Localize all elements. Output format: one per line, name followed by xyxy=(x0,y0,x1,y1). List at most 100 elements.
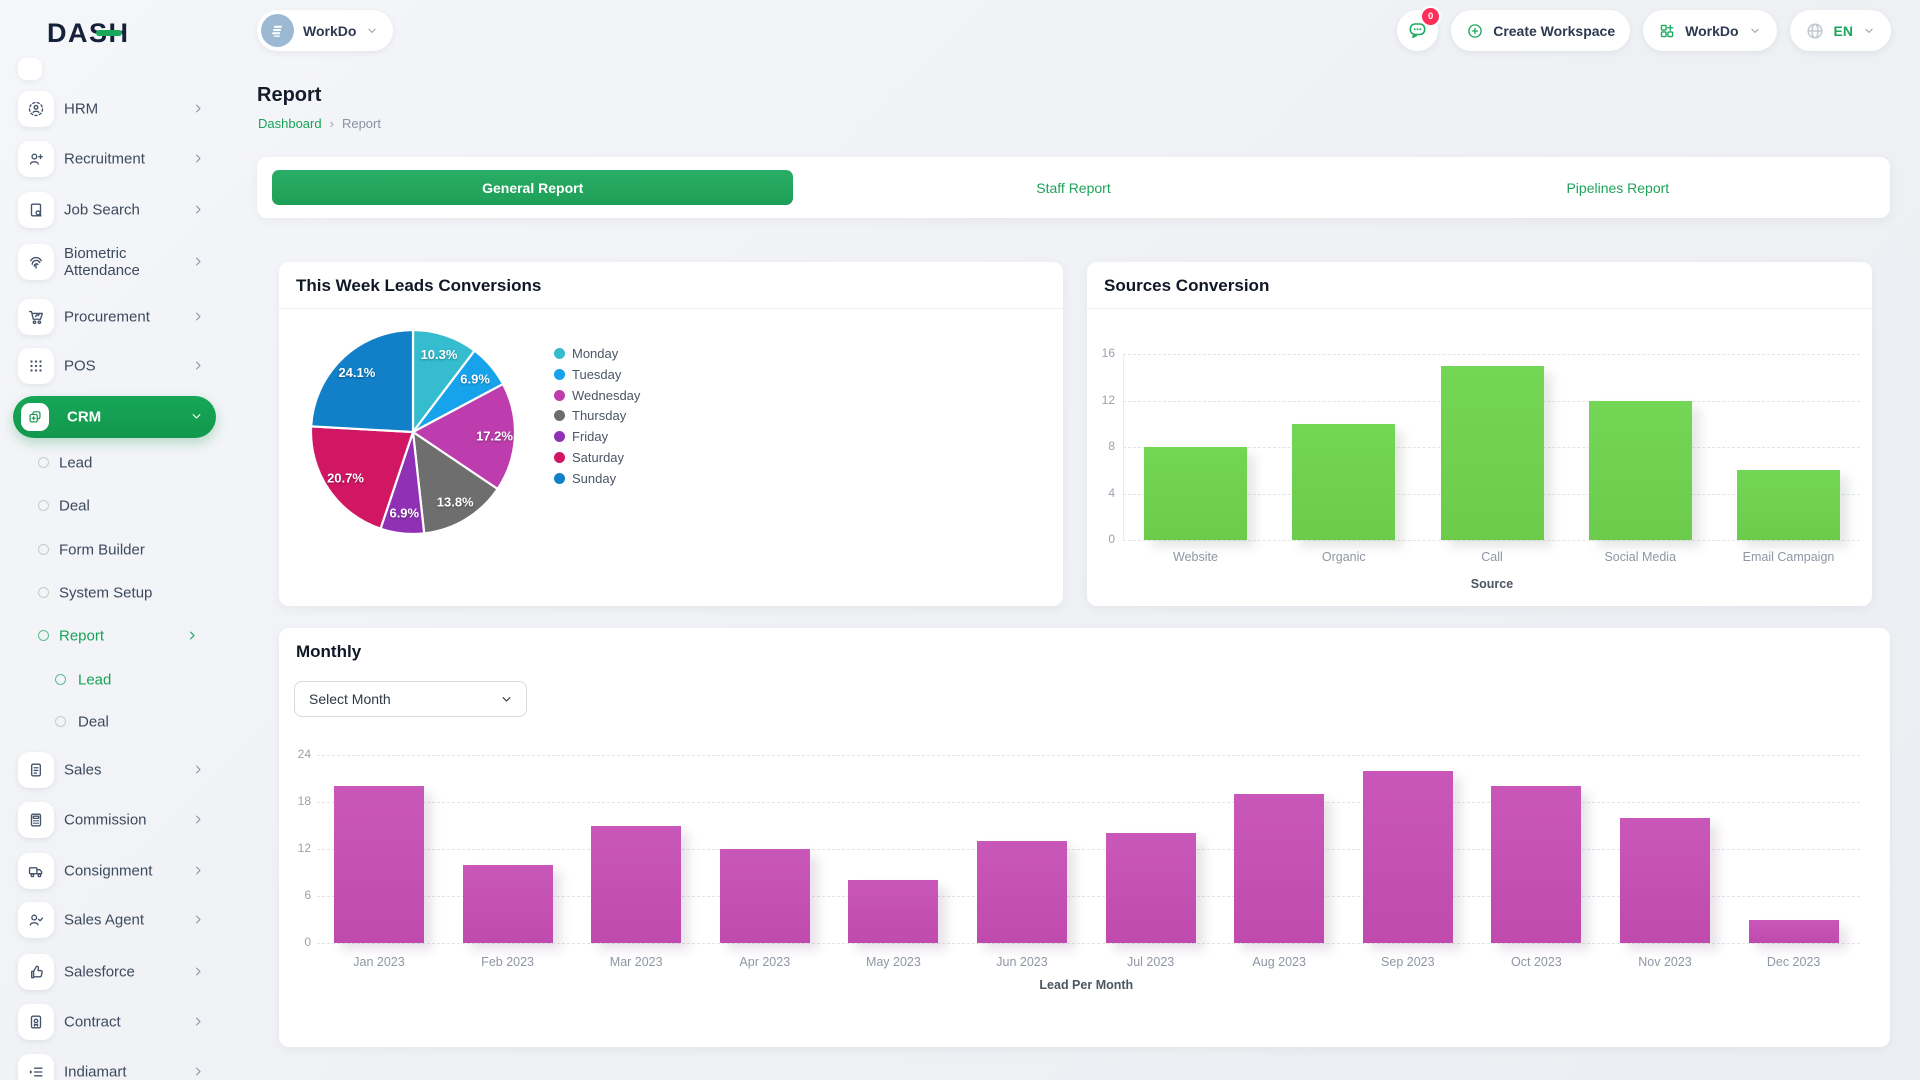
header-actions: 0 Create Workspace WorkDo EN xyxy=(1397,10,1891,51)
sidebar-item-pos[interactable]: POS xyxy=(0,342,220,390)
sidebar-item-sales-agent[interactable]: Sales Agent xyxy=(0,896,220,944)
cards-icon xyxy=(21,403,49,431)
workspace-menu-button[interactable]: WorkDo xyxy=(1643,10,1776,51)
legend-dot xyxy=(554,410,565,421)
create-workspace-button[interactable]: Create Workspace xyxy=(1451,10,1630,51)
sidebar-item-biometric-attendance[interactable]: Biometric Attendance xyxy=(0,234,220,290)
bar-call[interactable] xyxy=(1441,366,1544,540)
messages-badge: 0 xyxy=(1420,6,1441,27)
fingerprint-icon xyxy=(18,244,54,280)
legend-label: Saturday xyxy=(572,450,624,465)
sidebar-item-deal[interactable]: Deal xyxy=(0,486,220,526)
sidebar-item-label: Indiamart xyxy=(64,1063,184,1080)
sidebar-item-indiamart[interactable]: Indiamart xyxy=(0,1048,220,1080)
sidebar-item-label: Lead xyxy=(78,672,111,689)
legend-label: Wednesday xyxy=(572,388,640,403)
legend-dot xyxy=(554,473,565,484)
sidebar-item-recruitment[interactable]: Recruitment xyxy=(0,135,220,183)
legend-item-wednesday[interactable]: Wednesday xyxy=(554,388,640,403)
bar-jul-2023[interactable] xyxy=(1106,833,1196,943)
x-tick-label: Nov 2023 xyxy=(1638,955,1692,969)
bar-feb-2023[interactable] xyxy=(463,865,553,943)
sidebar-item-label: Commission xyxy=(64,811,184,828)
chevron-down-icon xyxy=(499,692,514,707)
sidebar-item-consignment[interactable]: Consignment xyxy=(0,847,220,895)
chevron-right-icon xyxy=(191,1014,206,1029)
sidebar-item-crm[interactable]: CRM xyxy=(13,396,216,438)
sidebar-item-contract[interactable]: Contract xyxy=(0,998,220,1046)
legend-item-saturday[interactable]: Saturday xyxy=(554,450,624,465)
dash-logo[interactable]: DASH xyxy=(47,18,130,49)
file-badge-icon xyxy=(18,1004,54,1040)
bar-jan-2023[interactable] xyxy=(334,786,424,943)
bullet-circle-icon xyxy=(38,500,49,511)
pie-slice-sunday[interactable] xyxy=(311,330,413,432)
sidebar-item-commission[interactable]: Commission xyxy=(0,796,220,844)
person-plus-icon xyxy=(18,141,54,177)
bar-social-media[interactable] xyxy=(1589,401,1692,541)
sidebar-item-label: HRM xyxy=(64,100,184,117)
sidebar-item-procurement[interactable]: Procurement xyxy=(0,293,220,341)
bar-apr-2023[interactable] xyxy=(720,849,810,943)
sidebar-item-lead[interactable]: Lead xyxy=(0,443,220,483)
gridline xyxy=(317,802,1860,803)
sidebar-report-item-deal[interactable]: Deal xyxy=(0,702,220,742)
tab-general-report[interactable]: General Report xyxy=(257,157,801,218)
chevron-right-icon xyxy=(191,863,206,878)
sidebar-report-item-lead[interactable]: Lead xyxy=(0,660,220,700)
legend-item-monday[interactable]: Monday xyxy=(554,346,618,361)
bar-may-2023[interactable] xyxy=(848,880,938,943)
tab-active-pill[interactable]: General Report xyxy=(272,170,793,205)
bar-website[interactable] xyxy=(1144,447,1247,540)
legend-dot xyxy=(554,431,565,442)
calculator-icon xyxy=(18,802,54,838)
legend-item-friday[interactable]: Friday xyxy=(554,429,608,444)
tab-staff-report[interactable]: Staff Report xyxy=(801,157,1345,218)
legend-label: Sunday xyxy=(572,471,616,486)
legend-item-sunday[interactable]: Sunday xyxy=(554,471,616,486)
sidebar-item-label: Deal xyxy=(78,714,109,731)
sidebar-item-label: Biometric Attendance xyxy=(64,245,184,280)
gridline xyxy=(1123,540,1860,541)
x-tick-label: Jan 2023 xyxy=(353,955,404,969)
language-selector[interactable]: EN xyxy=(1790,10,1891,51)
sidebar-item-sales[interactable]: Sales xyxy=(0,746,220,794)
bar-mar-2023[interactable] xyxy=(591,826,681,944)
bar-aug-2023[interactable] xyxy=(1234,794,1324,943)
breadcrumb-dashboard-link[interactable]: Dashboard xyxy=(258,116,322,131)
select-month-dropdown[interactable]: Select Month xyxy=(294,681,527,717)
y-tick-label: 18 xyxy=(281,794,311,808)
legend-label: Friday xyxy=(572,429,608,444)
bar-organic[interactable] xyxy=(1292,424,1395,540)
workspace-menu-label: WorkDo xyxy=(1685,23,1738,39)
plus-circle-icon xyxy=(1466,22,1484,40)
sidebar-item-salesforce[interactable]: Salesforce xyxy=(0,948,220,996)
chevron-right-icon xyxy=(191,964,206,979)
y-tick-label: 0 xyxy=(281,935,311,949)
bar-nov-2023[interactable] xyxy=(1620,818,1710,943)
sidebar-item-system-setup[interactable]: System Setup xyxy=(0,573,220,613)
x-tick-label: Email Campaign xyxy=(1743,550,1835,564)
sidebar-item-report[interactable]: Report xyxy=(0,616,220,656)
tab-pipelines-report[interactable]: Pipelines Report xyxy=(1346,157,1890,218)
chevron-right-icon xyxy=(191,812,206,827)
y-tick-label: 0 xyxy=(1087,532,1115,546)
y-tick-label: 6 xyxy=(281,888,311,902)
leads-pie-chart: 10.3%6.9%17.2%13.8%6.9%20.7%24.1% xyxy=(303,322,523,542)
bar-email-campaign[interactable] xyxy=(1737,470,1840,540)
chevron-right-icon xyxy=(191,151,206,166)
bar-jun-2023[interactable] xyxy=(977,841,1067,943)
sidebar-item-job-search[interactable]: Job Search xyxy=(0,186,220,234)
legend-item-tuesday[interactable]: Tuesday xyxy=(554,367,621,382)
bar-sep-2023[interactable] xyxy=(1363,771,1453,943)
bullet-circle-icon xyxy=(55,716,66,727)
messages-button[interactable]: 0 xyxy=(1397,10,1438,51)
sidebar-item-hrm[interactable]: HRM xyxy=(0,85,220,133)
bar-dec-2023[interactable] xyxy=(1749,920,1839,944)
bar-oct-2023[interactable] xyxy=(1491,786,1581,943)
sidebar-item-form-builder[interactable]: Form Builder xyxy=(0,530,220,570)
tab-label: Pipelines Report xyxy=(1566,180,1669,196)
workspace-switcher[interactable]: WorkDo xyxy=(257,10,393,51)
x-tick-label: Mar 2023 xyxy=(610,955,663,969)
legend-item-thursday[interactable]: Thursday xyxy=(554,408,626,423)
